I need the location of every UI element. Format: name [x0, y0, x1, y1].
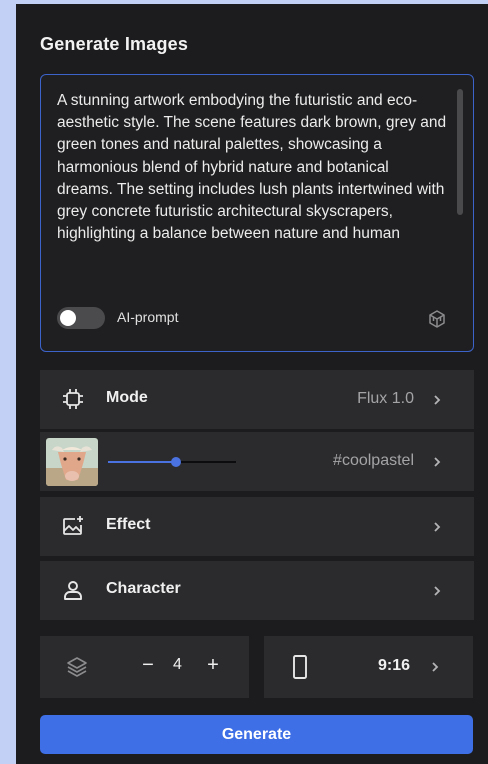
portrait-frame-icon — [293, 655, 307, 679]
style-thumbnail[interactable] — [46, 438, 98, 486]
decrement-button[interactable]: − — [138, 654, 158, 677]
cube-icon[interactable] — [425, 307, 449, 331]
chevron-right-icon — [434, 457, 441, 467]
mode-label: Mode — [106, 389, 148, 406]
generate-panel: Generate Images A stunning artwork embod… — [16, 4, 488, 764]
aspect-ratio-selector[interactable]: 9:16 — [264, 636, 473, 698]
increment-button[interactable]: + — [203, 654, 223, 677]
panel-title: Generate Images — [40, 34, 189, 54]
ai-prompt-label: AI-prompt — [117, 309, 179, 325]
style-strength-slider[interactable] — [108, 457, 236, 467]
mode-value: Flux 1.0 — [357, 390, 414, 407]
slider-handle[interactable] — [170, 457, 181, 467]
prompt-textarea[interactable]: A stunning artwork embodying the futuris… — [40, 74, 474, 352]
character-label: Character — [106, 580, 181, 597]
image-sparkle-icon — [60, 513, 86, 539]
style-row[interactable]: #coolpastel — [40, 432, 474, 491]
aspect-ratio-value: 9:16 — [378, 657, 411, 674]
chevron-right-icon — [434, 522, 441, 532]
chevron-right-icon — [432, 662, 439, 672]
chevron-right-icon — [434, 586, 441, 596]
prompt-text[interactable]: A stunning artwork embodying the futuris… — [57, 90, 449, 245]
effect-label: Effect — [106, 516, 151, 533]
image-count-value: 4 — [173, 656, 182, 673]
style-value: #coolpastel — [333, 452, 414, 469]
toggle-knob — [60, 310, 76, 326]
processor-chip-icon — [60, 386, 86, 412]
chevron-right-icon — [434, 395, 441, 405]
character-row[interactable]: Character — [40, 561, 474, 620]
generate-button[interactable]: Generate — [40, 715, 473, 754]
prompt-scrollbar[interactable] — [457, 89, 463, 215]
layers-icon — [67, 657, 87, 677]
image-count-stepper: − 4 + — [40, 636, 249, 698]
effect-row[interactable]: Effect — [40, 497, 474, 556]
person-icon — [60, 577, 86, 603]
mode-row[interactable]: Mode Flux 1.0 — [40, 370, 474, 429]
ai-prompt-toggle[interactable] — [57, 307, 105, 329]
slider-fill — [108, 461, 176, 463]
